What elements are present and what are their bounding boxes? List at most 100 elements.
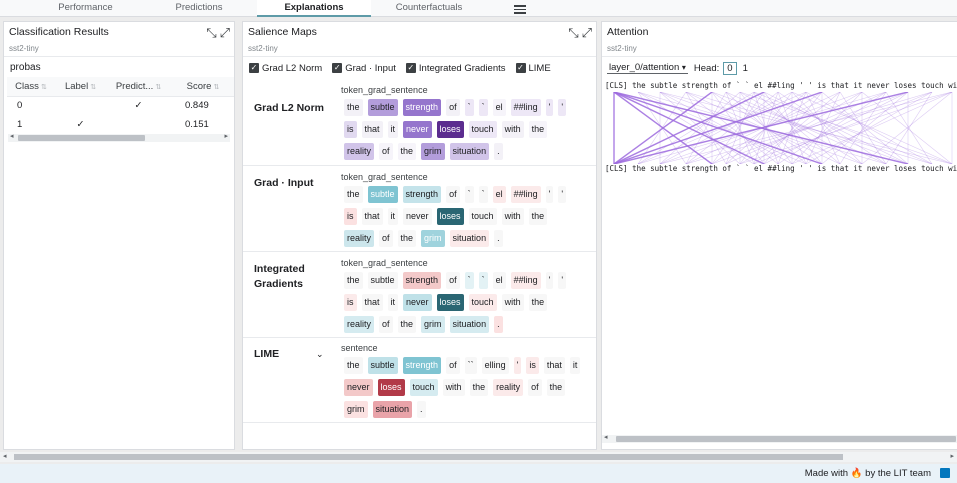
salience-token[interactable]: that [361, 208, 383, 225]
salience-token[interactable]: loses [436, 208, 464, 225]
column-header-predicted[interactable]: Predict... ⇅ [106, 77, 171, 97]
salience-token[interactable]: ` [478, 99, 488, 116]
salience-token[interactable]: the [528, 294, 548, 311]
salience-token[interactable]: it [387, 121, 399, 138]
salience-token[interactable]: ` [464, 186, 474, 203]
salience-token[interactable]: reality [344, 316, 375, 333]
scrollbar-thumb[interactable] [616, 436, 956, 442]
salience-token[interactable]: loses [377, 379, 405, 396]
salience-token[interactable]: . [494, 143, 503, 160]
salience-token[interactable]: ' [558, 272, 567, 289]
salience-token[interactable]: that [543, 357, 565, 374]
salience-token[interactable]: never [403, 208, 432, 225]
salience-token[interactable]: the [546, 379, 566, 396]
column-header-class[interactable]: Class ⇅ [7, 77, 55, 97]
scrollbar-thumb[interactable] [14, 454, 843, 460]
checkbox-lime[interactable]: ✓ LIME [515, 63, 551, 74]
salience-token[interactable]: ##ling [510, 99, 541, 116]
salience-token[interactable]: touch [468, 294, 497, 311]
head-option-1[interactable]: 1 [743, 63, 748, 74]
salience-token[interactable]: the [397, 143, 417, 160]
scroll-left-icon[interactable]: ◂ [604, 433, 608, 441]
salience-token[interactable]: never [344, 379, 373, 396]
table-row[interactable]: 0 ✓ 0.849 [7, 96, 234, 115]
menu-icon[interactable] [514, 3, 526, 14]
salience-token[interactable]: elling [481, 357, 509, 374]
minimize-icon[interactable]: ⤡ [568, 25, 578, 41]
salience-token[interactable]: the [344, 272, 363, 289]
checkbox-integrated-gradients[interactable]: ✓ Integrated Gradients [405, 63, 506, 74]
salience-token[interactable]: el [492, 186, 506, 203]
salience-token[interactable]: grim [344, 401, 368, 418]
salience-token[interactable]: situation [449, 316, 490, 333]
salience-token[interactable]: ` [478, 186, 488, 203]
salience-token[interactable]: subtle [367, 357, 398, 374]
salience-token[interactable]: ' [558, 186, 567, 203]
tab-predictions[interactable]: Predictions [142, 0, 256, 17]
salience-token[interactable]: grim [421, 143, 445, 160]
salience-token[interactable]: ' [558, 99, 567, 116]
salience-token[interactable]: with [442, 379, 465, 396]
salience-token[interactable]: loses [436, 294, 464, 311]
salience-token[interactable]: ' [545, 99, 554, 116]
salience-token[interactable]: of [528, 379, 542, 396]
salience-token[interactable]: ' [513, 357, 522, 374]
salience-token[interactable]: . [494, 316, 503, 333]
scroll-right-icon[interactable]: ▸ [950, 452, 954, 460]
salience-token[interactable]: strength [402, 357, 442, 374]
salience-token[interactable]: of [446, 272, 460, 289]
salience-token[interactable]: situation [372, 401, 413, 418]
salience-token[interactable]: it [387, 294, 399, 311]
salience-token[interactable]: the [344, 186, 363, 203]
scroll-left-icon[interactable]: ◂ [10, 132, 14, 140]
salience-token[interactable]: reality [344, 230, 375, 247]
scroll-right-icon[interactable]: ▸ [224, 132, 228, 140]
salience-token[interactable]: . [494, 230, 503, 247]
salience-token[interactable]: reality [344, 143, 375, 160]
salience-token[interactable]: of [446, 186, 460, 203]
table-row[interactable]: 1 ✓ 0.151 [7, 115, 234, 134]
salience-token[interactable]: loses [436, 121, 464, 138]
salience-token[interactable]: touch [468, 121, 497, 138]
salience-token[interactable]: that [361, 294, 383, 311]
salience-token[interactable]: . [417, 401, 426, 418]
salience-token[interactable]: el [492, 99, 506, 116]
salience-token[interactable]: ` [478, 272, 488, 289]
salience-token[interactable]: never [403, 294, 432, 311]
salience-token[interactable]: is [526, 357, 539, 374]
salience-token[interactable]: with [501, 121, 524, 138]
checkbox-grad-l2-norm[interactable]: ✓ Grad L2 Norm [249, 63, 322, 74]
salience-token[interactable]: subtle [367, 99, 398, 116]
expand-icon[interactable]: ⤢ [582, 25, 592, 41]
salience-token[interactable]: situation [449, 143, 490, 160]
salience-token[interactable]: of [379, 316, 393, 333]
salience-token[interactable]: reality [493, 379, 524, 396]
salience-token[interactable]: of [446, 99, 460, 116]
salience-token[interactable]: is [344, 294, 357, 311]
salience-token[interactable]: the [469, 379, 489, 396]
salience-token[interactable]: with [501, 208, 524, 225]
feedback-icon[interactable] [940, 468, 950, 478]
salience-token[interactable]: touch [409, 379, 438, 396]
salience-token[interactable]: it [569, 357, 581, 374]
table-scrollbar[interactable]: ◂ ▸ [8, 132, 230, 142]
salience-token[interactable]: grim [421, 230, 445, 247]
salience-token[interactable]: it [387, 208, 399, 225]
head-option-0[interactable]: 0 [723, 61, 737, 75]
salience-token[interactable]: subtle [367, 186, 398, 203]
minimize-icon[interactable]: ⤡ [206, 25, 216, 41]
tab-explanations[interactable]: Explanations [257, 0, 371, 17]
salience-token[interactable]: strength [402, 186, 442, 203]
salience-token[interactable]: ' [545, 272, 554, 289]
salience-token[interactable]: ##ling [510, 186, 541, 203]
column-header-label[interactable]: Label ⇅ [55, 77, 106, 97]
tab-performance[interactable]: Performance [48, 0, 123, 17]
expand-icon[interactable]: ⤢ [220, 25, 230, 41]
salience-token[interactable]: that [361, 121, 383, 138]
salience-token[interactable]: grim [421, 316, 445, 333]
salience-token[interactable]: with [501, 294, 524, 311]
salience-token[interactable]: of [379, 143, 393, 160]
salience-token[interactable]: el [492, 272, 506, 289]
salience-token[interactable]: the [397, 316, 417, 333]
salience-token[interactable]: ` [464, 272, 474, 289]
